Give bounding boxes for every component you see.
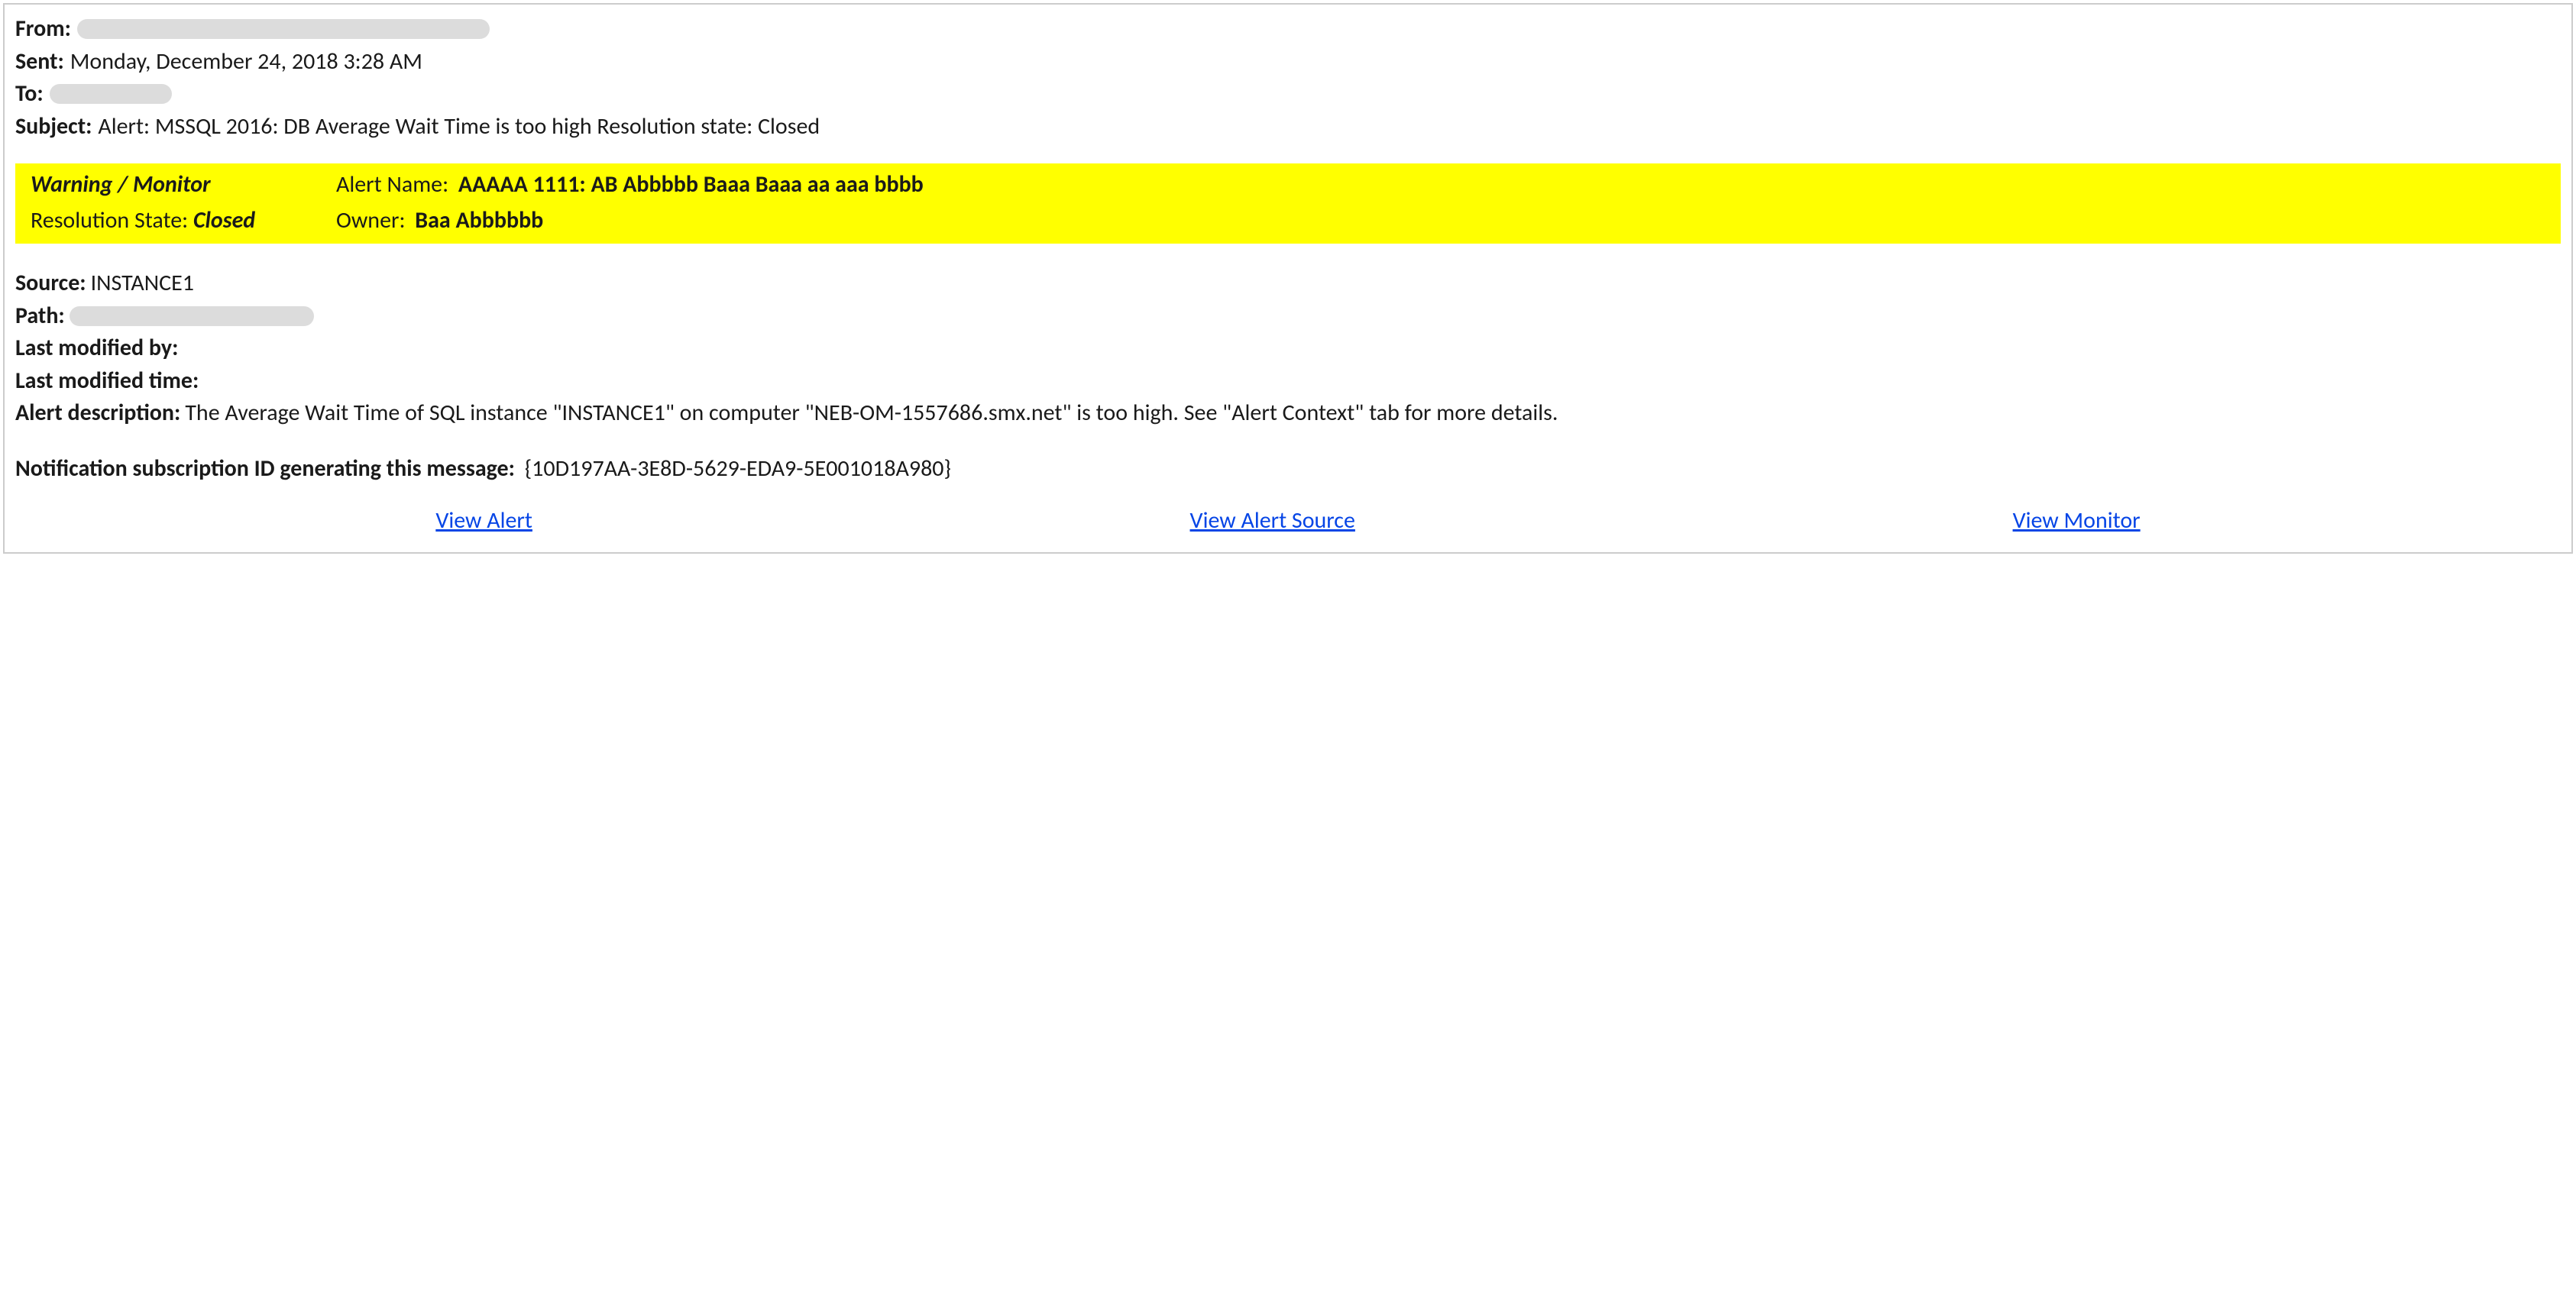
source-label: Source: (15, 268, 86, 299)
view-alert-link[interactable]: View Alert (435, 506, 532, 537)
email-frame: From: Sent: Monday, December 24, 2018 3:… (3, 3, 2573, 554)
owner-label: Owner: (336, 206, 405, 234)
last-modified-time-label: Last modified time: (15, 366, 199, 397)
path-label: Path: (15, 301, 65, 332)
last-modified-time-line: Last modified time: (15, 366, 2561, 397)
owner-value: Baa Abbbbbb (415, 206, 543, 234)
from-redacted (77, 19, 490, 39)
banner-warning-label: Warning / Monitor (31, 170, 328, 201)
banner-resolution-state: Resolution State: Closed (31, 205, 328, 237)
header-subject-line: Subject: Alert: MSSQL 2016: DB Average W… (15, 112, 2561, 143)
notification-id-value: {10D197AA-3E8D-5629-EDA9-5E001018A980} (525, 454, 951, 483)
resolution-state-label: Resolution State: (31, 206, 193, 234)
view-alert-source-link[interactable]: View Alert Source (1190, 506, 1355, 537)
alert-banner: Warning / Monitor Alert Name: AAAAA 1111… (15, 163, 2561, 244)
banner-owner: Owner: Baa Abbbbbb (336, 205, 2545, 237)
links-row: View Alert View Alert Source View Monito… (15, 506, 2561, 537)
spacer (15, 431, 2561, 452)
banner-alert-name: Alert Name: AAAAA 1111: AB Abbbbb Baaa B… (336, 170, 2545, 201)
last-modified-by-line: Last modified by: (15, 333, 2561, 364)
view-monitor-link[interactable]: View Monitor (2013, 506, 2141, 537)
sent-label: Sent: (15, 47, 64, 78)
sent-value: Monday, December 24, 2018 3:28 AM (70, 47, 422, 78)
alert-name-value: AAAAA 1111: AB Abbbbb Baaa Baaa aa aaa b… (458, 170, 924, 199)
alert-description-block: Alert description:The Average Wait Time … (15, 398, 2561, 429)
to-label: To: (15, 79, 44, 110)
alert-name-label: Alert Name: (336, 170, 448, 199)
source-line: Source: INSTANCE1 (15, 268, 2561, 299)
alert-description-value: The Average Wait Time of SQL instance "I… (185, 399, 1558, 427)
body-block: Source: INSTANCE1 Path: Last modified by… (15, 268, 2561, 484)
header-from-line: From: (15, 14, 2561, 45)
from-label: From: (15, 14, 71, 45)
alert-description-label: Alert description: (15, 399, 180, 427)
path-redacted (70, 306, 314, 326)
notification-id-block: Notification subscription ID generating … (15, 454, 2561, 485)
to-redacted (50, 84, 172, 104)
source-value: INSTANCE1 (91, 268, 194, 299)
notification-id-label: Notification subscription ID generating … (15, 454, 515, 483)
path-line: Path: (15, 301, 2561, 332)
header-to-line: To: (15, 79, 2561, 110)
subject-label: Subject: (15, 112, 92, 143)
header-sent-line: Sent: Monday, December 24, 2018 3:28 AM (15, 47, 2561, 78)
last-modified-by-label: Last modified by: (15, 333, 178, 364)
subject-value: Alert: MSSQL 2016: DB Average Wait Time … (98, 112, 820, 143)
resolution-state-value: Closed (193, 206, 255, 234)
